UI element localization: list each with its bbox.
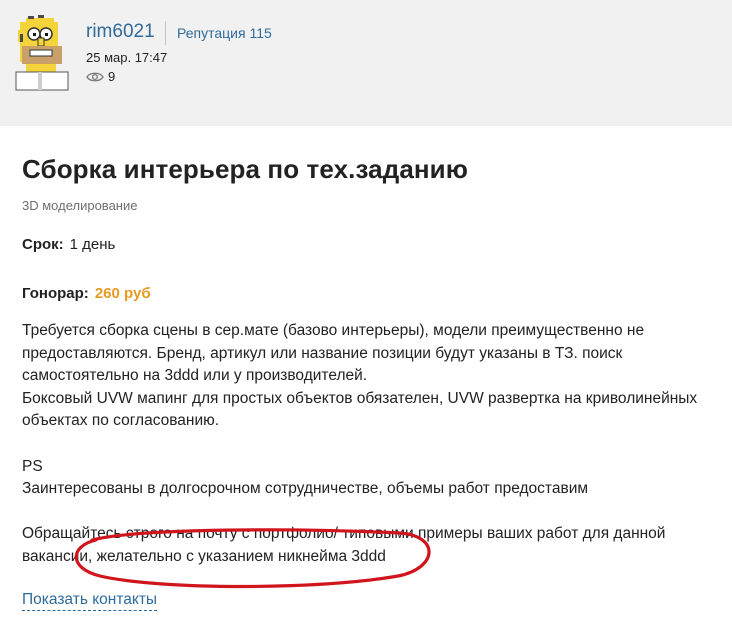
- view-count: 9: [86, 69, 115, 84]
- post-description: Требуется сборка сцены в сер.мате (базов…: [22, 320, 712, 569]
- fee-value: 260 руб: [94, 285, 151, 302]
- description-blank-line: [22, 433, 712, 456]
- fee-row: Гонорар: 260 руб: [22, 285, 151, 302]
- post-date: 25 мар. 17:47: [86, 50, 168, 65]
- description-blank-line: [22, 501, 712, 524]
- description-paragraph: Обращайтесь строго на почту с портфолио/…: [22, 525, 666, 565]
- term-row: Срок: 1 день: [22, 236, 115, 253]
- fee-label: Гонорар:: [22, 285, 89, 302]
- view-count-value: 9: [108, 69, 116, 84]
- post-title: Сборка интерьера по тех.заданию: [22, 154, 469, 184]
- term-value: 1 день: [69, 236, 116, 253]
- author-reputation[interactable]: Репутация 115: [177, 25, 272, 41]
- author-username[interactable]: rim6021: [86, 21, 155, 43]
- term-label: Срок:: [22, 236, 64, 253]
- description-paragraph: Боксовый UVW мапинг для простых объектов…: [22, 389, 698, 430]
- page: rim6021 Репутация 115 25 мар. 17:47 9 Сб…: [0, 0, 732, 625]
- author-header: rim6021 Репутация 115 25 мар. 17:47 9: [0, 0, 732, 126]
- avatar[interactable]: [8, 12, 72, 92]
- description-paragraph: Заинтересованы в долгосрочном сотрудниче…: [22, 480, 589, 498]
- description-paragraph: Требуется сборка сцены в сер.мате (базов…: [22, 322, 645, 385]
- header-divider: [165, 21, 166, 45]
- description-paragraph: PS: [22, 457, 43, 475]
- post-category[interactable]: 3D моделирование: [22, 198, 137, 213]
- eye-icon: [86, 72, 104, 81]
- show-contacts-link[interactable]: Показать контакты: [22, 591, 158, 611]
